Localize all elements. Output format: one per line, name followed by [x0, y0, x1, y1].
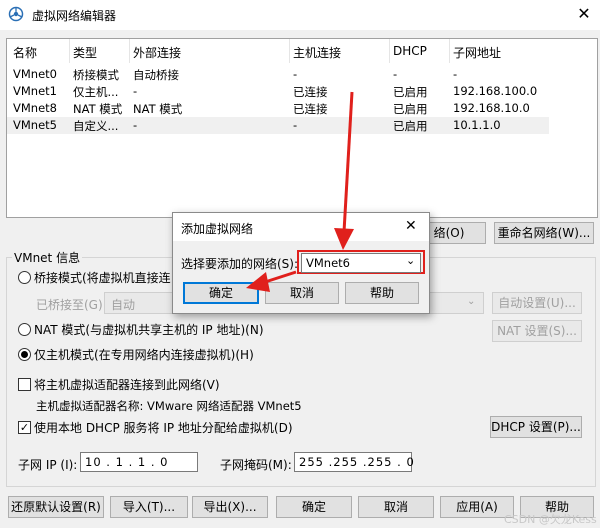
down-arrow-line	[342, 91, 354, 233]
annotation-arrows	[246, 91, 354, 292]
left-arrow-head	[246, 272, 270, 292]
down-arrow-head	[334, 228, 354, 250]
